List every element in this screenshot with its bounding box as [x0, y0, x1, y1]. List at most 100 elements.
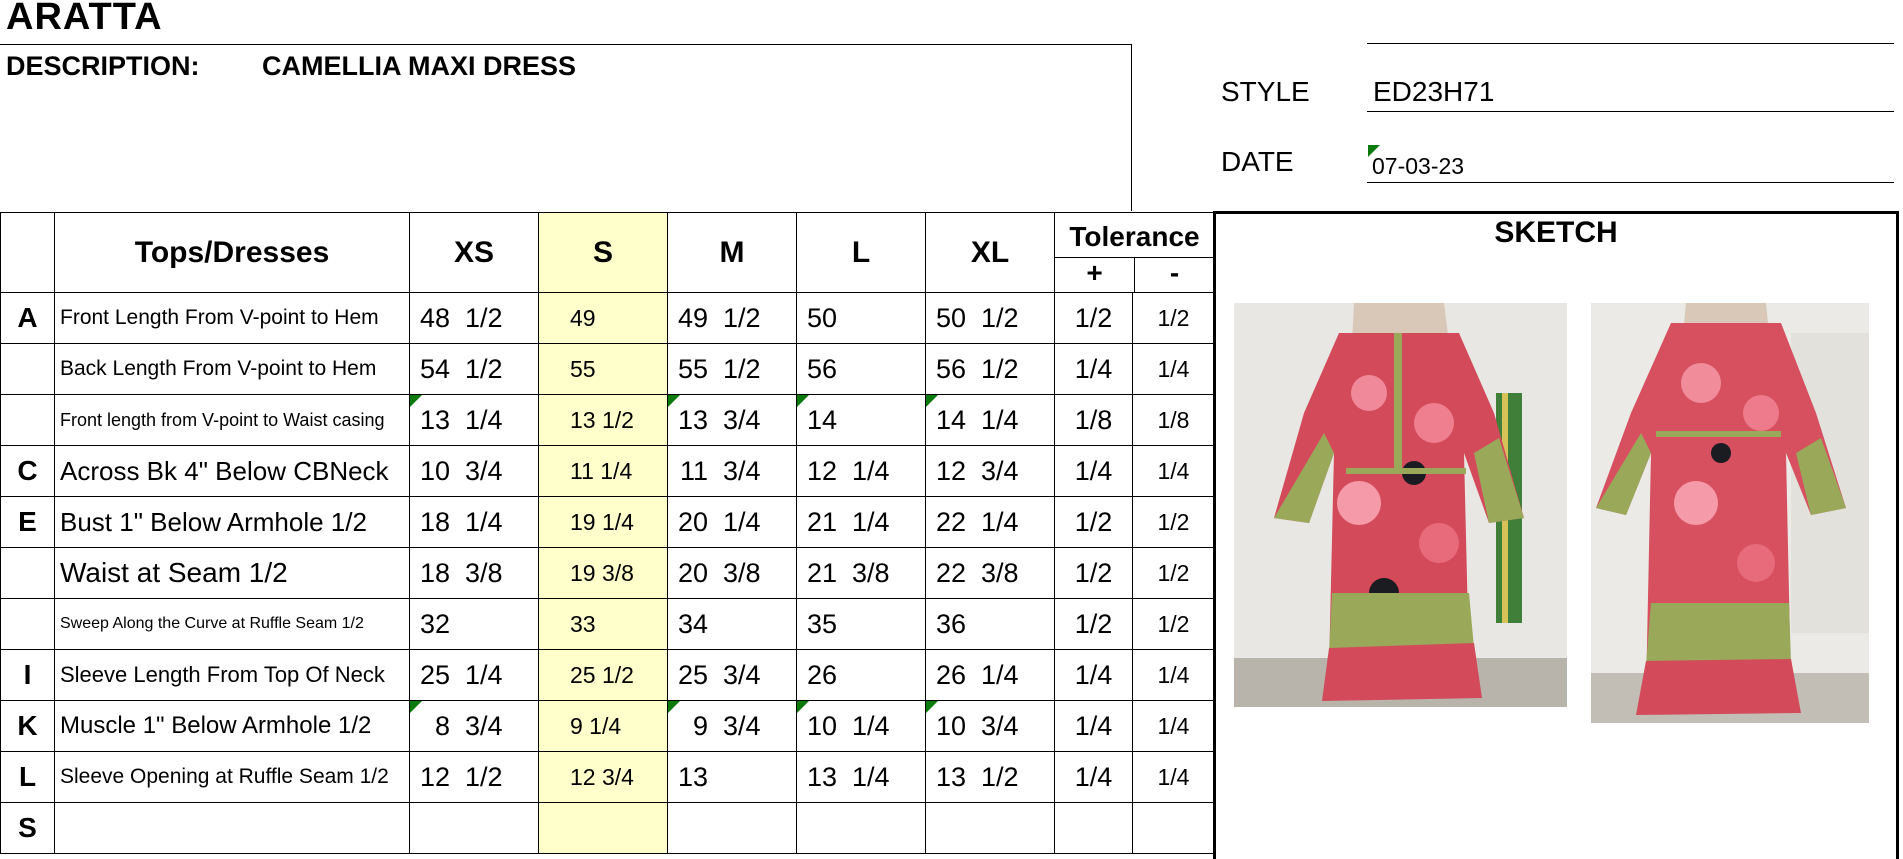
- size-l-value: 12 1/4: [796, 445, 926, 497]
- whole-number: 9: [692, 710, 708, 741]
- size-xl-value: [925, 802, 1055, 854]
- whole-number: 50: [806, 302, 837, 333]
- size-xl-value: 56 1/2: [925, 343, 1055, 395]
- whole-number: 32: [419, 608, 450, 639]
- size-l-value: 10 1/4: [796, 700, 926, 752]
- measurement-label: Back Length From V-point to Hem: [54, 343, 410, 395]
- tolerance-plus-value: 1/4: [1054, 751, 1133, 803]
- fraction: 1/4: [981, 404, 1019, 435]
- tolerance-plus-value: 1/8: [1054, 394, 1133, 446]
- fraction: 1/4: [465, 506, 503, 537]
- size-xs-value: 32: [409, 598, 539, 650]
- header-size-m: M: [667, 212, 797, 293]
- fraction: 1/4: [981, 506, 1019, 537]
- size-s-value: 9 1/4: [538, 700, 668, 752]
- tolerance-minus-value: 1/2: [1132, 598, 1215, 650]
- comment-marker: [926, 701, 938, 713]
- row-letter: [0, 547, 55, 599]
- table-row: Sweep Along the Curve at Ruffle Seam 1/2…: [0, 598, 1215, 650]
- whole-number: 13: [677, 761, 708, 792]
- header-size-xs: XS: [409, 212, 539, 293]
- whole-number: 20: [677, 506, 708, 537]
- tolerance-minus-value: 1/8: [1132, 394, 1215, 446]
- tolerance-minus-value: 1/4: [1132, 751, 1215, 803]
- table-row: S: [0, 802, 1215, 854]
- fraction: 1/4: [465, 659, 503, 690]
- table-row: A Front Length From V-point to Hem 48 1/2 49…: [0, 292, 1215, 344]
- whole-number: 55: [677, 353, 708, 384]
- fraction: 1/2: [723, 353, 761, 384]
- whole-number: 50: [935, 302, 966, 333]
- date-value: 07-03-23: [1372, 153, 1465, 179]
- size-m-value: 11 3/4: [667, 445, 797, 497]
- tolerance-minus-value: [1132, 802, 1215, 854]
- tolerance-plus: +: [1056, 258, 1135, 292]
- tolerance-minus-value: 1/2: [1132, 496, 1215, 548]
- size-l-value: [796, 802, 926, 854]
- size-s-value: [538, 802, 668, 854]
- size-xl-value: 36: [925, 598, 1055, 650]
- comment-marker: [797, 701, 809, 713]
- tolerance-minus-value: 1/4: [1132, 343, 1215, 395]
- tolerance-plus-value: 1/2: [1054, 547, 1133, 599]
- header-category: Tops/Dresses: [54, 212, 410, 293]
- size-xs-value: 13 1/4: [409, 394, 539, 446]
- whole-number: 34: [677, 608, 708, 639]
- size-xl-value: 22 3/8: [925, 547, 1055, 599]
- size-xs-value: 10 3/4: [409, 445, 539, 497]
- whole-number: 54: [419, 353, 450, 384]
- spec-table: Tops/Dresses XS S M L XL Tolerance + - A…: [0, 212, 1215, 854]
- size-xl-value: 10 3/4: [925, 700, 1055, 752]
- whole-number: 10: [419, 455, 450, 486]
- size-xl-value: 14 1/4: [925, 394, 1055, 446]
- description-box: DESCRIPTION: CAMELLIA MAXI DRESS: [0, 44, 1132, 211]
- dress-back-photo: [1591, 303, 1869, 723]
- size-l-value: 21 3/8: [796, 547, 926, 599]
- date-underline: [1367, 182, 1894, 183]
- fraction: 1/4: [981, 659, 1019, 690]
- table-row: L Sleeve Opening at Ruffle Seam 1/2 12 1/2 1…: [0, 751, 1215, 803]
- whole-number: 13: [806, 761, 837, 792]
- size-s-value: 49: [538, 292, 668, 344]
- size-s-value: 55: [538, 343, 668, 395]
- whole-number: 18: [419, 506, 450, 537]
- table-row: Waist at Seam 1/2 18 3/8 19 3/8 20 3/8 21 3/8 22…: [0, 547, 1215, 599]
- row-letter: S: [0, 802, 55, 854]
- size-m-value: 20 3/8: [667, 547, 797, 599]
- table-row: E Bust 1" Below Armhole 1/2 18 1/4 19 1/4 20…: [0, 496, 1215, 548]
- table-header-row: Tops/Dresses XS S M L XL Tolerance + -: [0, 212, 1215, 293]
- tolerance-plus-value: 1/2: [1054, 496, 1133, 548]
- size-xs-value: 18 3/8: [409, 547, 539, 599]
- whole-number: 13: [935, 761, 966, 792]
- whole-number: 26: [806, 659, 837, 690]
- size-xs-value: 12 1/2: [409, 751, 539, 803]
- table-row: Back Length From V-point to Hem 54 1/2 55 55…: [0, 343, 1215, 395]
- measurement-label: Sleeve Opening at Ruffle Seam 1/2: [54, 751, 410, 803]
- whole-number: 48: [419, 302, 450, 333]
- fraction: 3/4: [723, 659, 761, 690]
- tolerance-minus: -: [1169, 257, 1180, 288]
- row-letter: [0, 343, 55, 395]
- fraction: 1/2: [465, 761, 503, 792]
- size-m-value: 55 1/2: [667, 343, 797, 395]
- style-value: ED23H71: [1373, 76, 1495, 107]
- date-label: DATE: [1221, 146, 1294, 177]
- whole-number: 14: [806, 404, 837, 435]
- size-xl-value: 26 1/4: [925, 649, 1055, 701]
- whole-number: 36: [935, 608, 966, 639]
- row-letter: [0, 394, 55, 446]
- size-l-value: 13 1/4: [796, 751, 926, 803]
- size-s-value: 25 1/2: [538, 649, 668, 701]
- size-m-value: 49 1/2: [667, 292, 797, 344]
- size-l-value: 21 1/4: [796, 496, 926, 548]
- size-m-value: [667, 802, 797, 854]
- size-s-value: 19 1/4: [538, 496, 668, 548]
- tolerance-plus-value: 1/2: [1054, 598, 1133, 650]
- row-letter: I: [0, 649, 55, 701]
- fraction: 1/2: [465, 302, 503, 333]
- row-letter: C: [0, 445, 55, 497]
- tolerance-plus-value: [1054, 802, 1133, 854]
- row-letter: E: [0, 496, 55, 548]
- whole-number: 22: [935, 557, 966, 588]
- fraction: 1/4: [852, 761, 890, 792]
